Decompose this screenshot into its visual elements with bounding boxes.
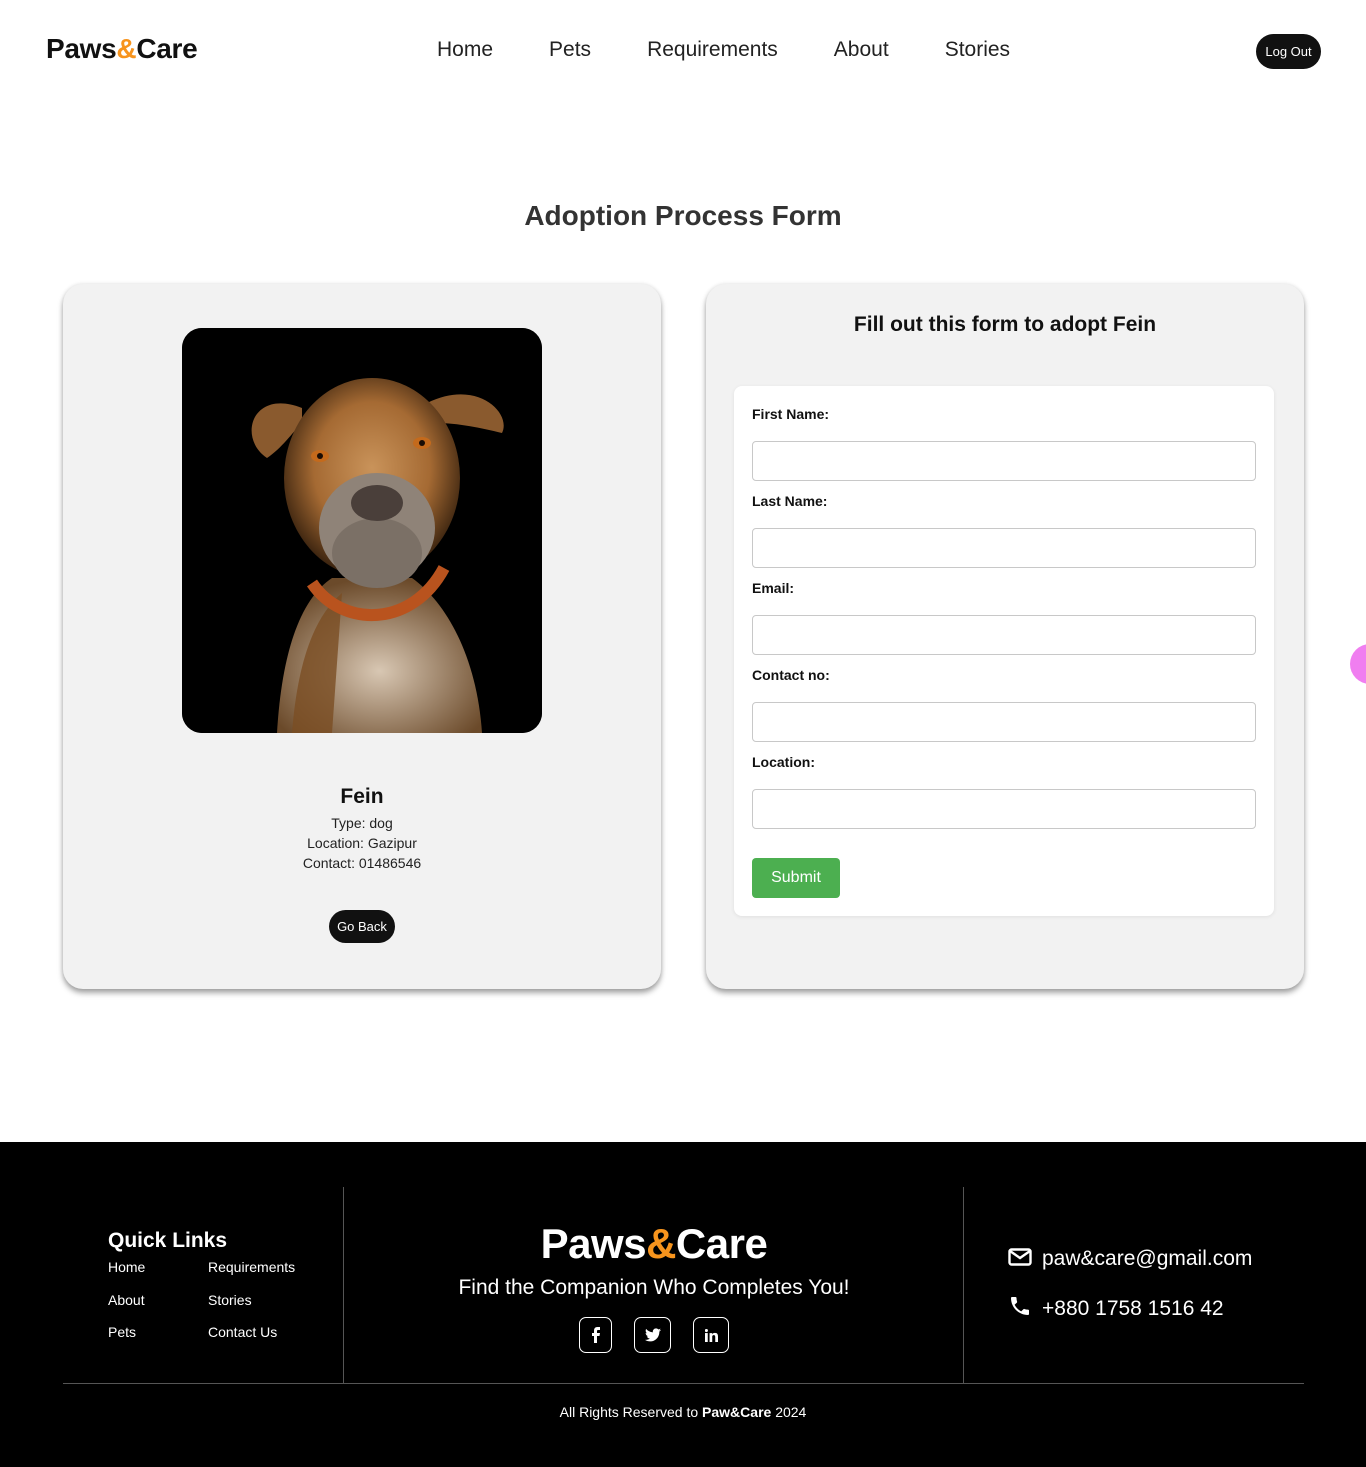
contact-input[interactable]	[752, 702, 1256, 742]
nav-requirements[interactable]: Requirements	[647, 38, 778, 62]
first-name-label: First Name:	[752, 406, 830, 422]
logo-ampersand: &	[116, 33, 137, 64]
pet-photo	[182, 328, 542, 733]
footer-logo-care: Care	[675, 1220, 768, 1267]
site-header: Paws&Care Home Pets Requirements About S…	[0, 0, 1366, 102]
adoption-form-card: Fill out this form to adopt Fein First N…	[706, 284, 1304, 989]
floating-bubble[interactable]	[1350, 644, 1366, 684]
pet-location: Location: Gazipur	[307, 835, 417, 851]
contact-label: Contact no:	[752, 667, 830, 683]
logout-button[interactable]: Log Out	[1256, 34, 1321, 69]
site-footer: Quick Links Home About Pets Requirements…	[0, 1142, 1366, 1467]
footer-link-contact-us[interactable]: Contact Us	[208, 1324, 277, 1340]
nav-about[interactable]: About	[834, 38, 889, 62]
copyright-prefix: All Rights Reserved to	[559, 1404, 703, 1420]
footer-logo-ampersand: &	[646, 1220, 676, 1267]
main-nav: Home Pets Requirements About Stories	[437, 38, 1066, 62]
footer-email-text: paw&care@gmail.com	[1042, 1247, 1253, 1270]
facebook-icon[interactable]	[579, 1317, 612, 1353]
go-back-button[interactable]: Go Back	[329, 910, 395, 943]
pet-contact: Contact: 01486546	[302, 855, 422, 871]
footer-phone[interactable]: +880 1758 1516 42	[1008, 1294, 1224, 1323]
location-label: Location:	[752, 754, 815, 770]
last-name-label: Last Name:	[752, 493, 828, 509]
logo-text-care: Care	[136, 33, 198, 64]
nav-stories[interactable]: Stories	[945, 38, 1010, 62]
copyright: All Rights Reserved to Paw&Care 2024	[0, 1404, 1366, 1420]
form-heading: Fill out this form to adopt Fein	[853, 313, 1157, 336]
pet-name: Fein	[340, 785, 384, 808]
footer-bottom-divider	[63, 1383, 1304, 1384]
nav-pets[interactable]: Pets	[549, 38, 591, 62]
first-name-input[interactable]	[752, 441, 1256, 481]
phone-icon	[1008, 1294, 1032, 1323]
email-input[interactable]	[752, 615, 1256, 655]
nav-home[interactable]: Home	[437, 38, 493, 62]
page-title: Adoption Process Form	[524, 200, 842, 231]
envelope-icon	[1008, 1247, 1032, 1271]
copyright-year: 2024	[771, 1404, 807, 1420]
site-logo[interactable]: Paws&Care	[46, 33, 198, 65]
linkedin-icon[interactable]	[693, 1317, 729, 1353]
footer-logo-paws: Paws	[540, 1220, 647, 1267]
twitter-icon[interactable]	[634, 1317, 671, 1353]
submit-button[interactable]: Submit	[752, 858, 840, 898]
footer-phone-text: +880 1758 1516 42	[1042, 1296, 1224, 1320]
copyright-brand: Paw&Care	[702, 1404, 772, 1420]
footer-email[interactable]: paw&care@gmail.com	[1008, 1247, 1252, 1271]
location-input[interactable]	[752, 789, 1256, 829]
adoption-form: First Name: Last Name: Email: Contact no…	[734, 386, 1274, 916]
pet-info-card: Fein Type: dog Location: Gazipur Contact…	[63, 284, 661, 989]
pet-type: Type: dog	[331, 815, 393, 831]
dog-image	[182, 328, 542, 733]
last-name-input[interactable]	[752, 528, 1256, 568]
email-label: Email:	[752, 580, 795, 596]
logo-text-paws: Paws	[46, 33, 117, 64]
footer-link-pets[interactable]: Pets	[108, 1324, 136, 1340]
